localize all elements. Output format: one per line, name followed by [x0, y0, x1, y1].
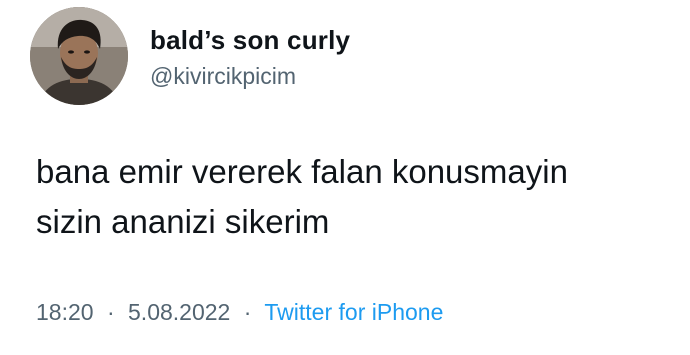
tweet-date[interactable]: 5.08.2022: [128, 299, 230, 325]
tweet-text-line: sizin ananizi sikerim: [36, 203, 330, 240]
tweet-client-link[interactable]: Twitter for iPhone: [264, 299, 443, 325]
meta-separator: ·: [106, 299, 115, 325]
meta-separator: ·: [243, 299, 252, 325]
tweet-text: bana emir vererek falan konusmayin sizin…: [36, 147, 676, 247]
author-display-name[interactable]: bald’s son curly: [150, 25, 350, 56]
author-handle[interactable]: @kivircikpicim: [150, 63, 296, 90]
tweet-text-line: bana emir vererek falan konusmayin: [36, 153, 568, 190]
avatar[interactable]: [30, 7, 128, 105]
profile-photo-icon: [30, 7, 128, 105]
tweet-card: bald’s son curly @kivircikpicim bana emi…: [0, 0, 690, 355]
tweet-time[interactable]: 18:20: [36, 299, 94, 325]
tweet-meta: 18:20 · 5.08.2022 · Twitter for iPhone: [36, 299, 443, 326]
